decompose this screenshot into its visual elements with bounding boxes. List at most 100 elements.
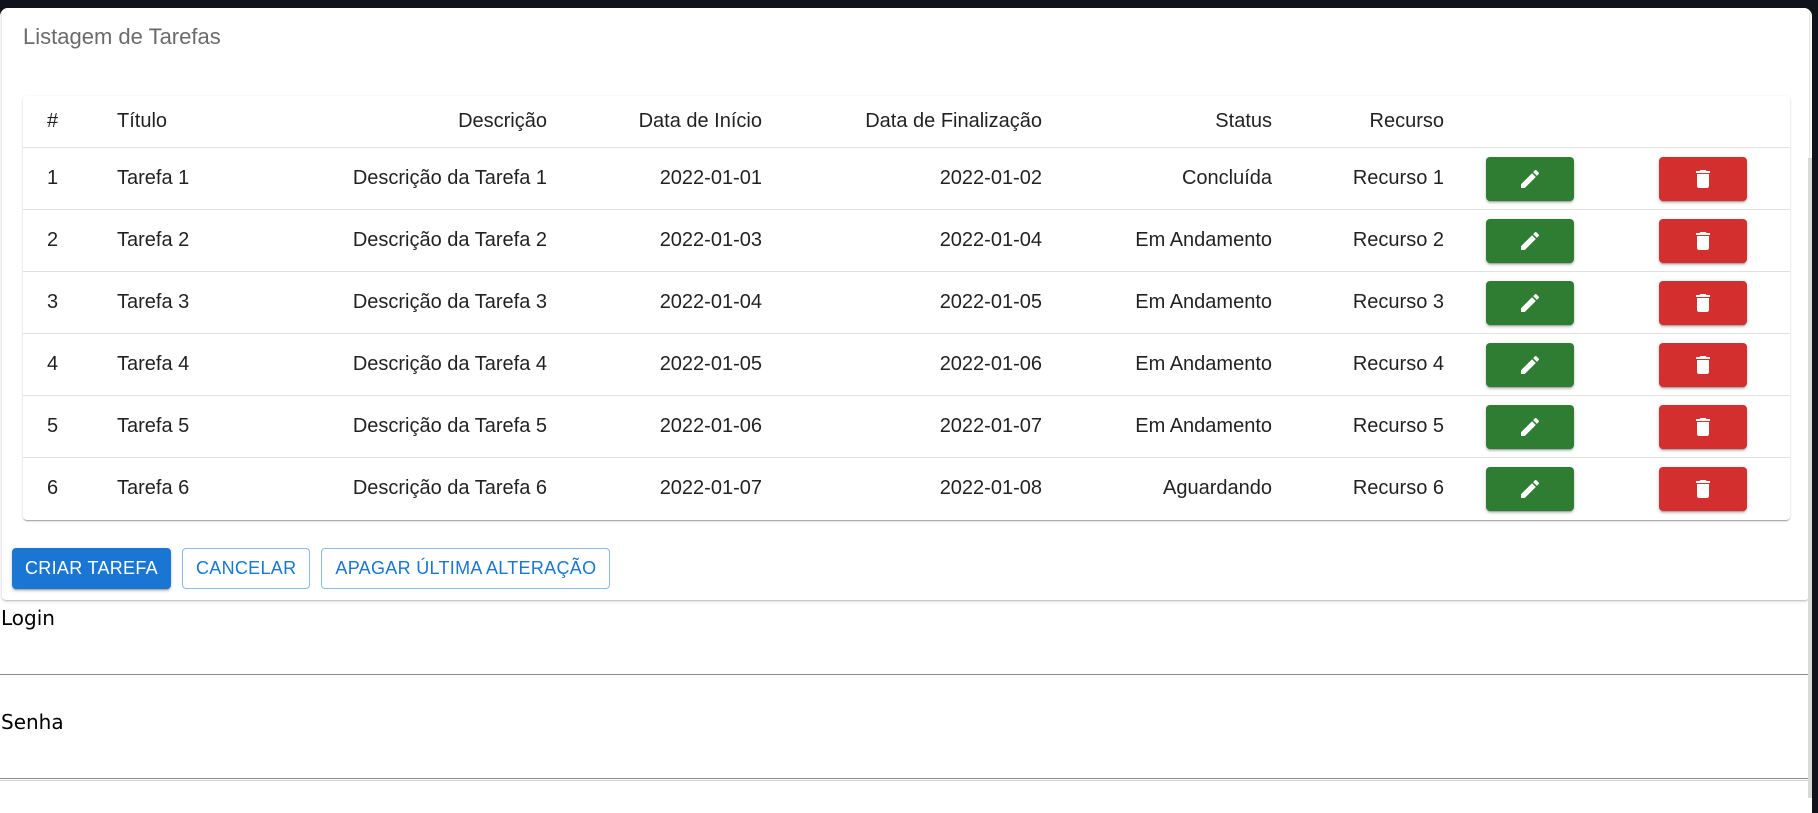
pencil-icon bbox=[1520, 231, 1539, 250]
undo-last-change-button[interactable]: APAGAR ÚLTIMA ALTERAÇÃO bbox=[321, 548, 611, 589]
edit-button[interactable] bbox=[1485, 404, 1574, 449]
cell-resource: Recurso 2 bbox=[1272, 209, 1444, 272]
cell-delete bbox=[1615, 271, 1790, 334]
cell-title: Tarefa 2 bbox=[117, 209, 267, 272]
login-label: Login bbox=[1, 606, 55, 630]
task-table: # Título Descrição Data de Início Data d… bbox=[23, 96, 1790, 519]
delete-button[interactable] bbox=[1658, 342, 1747, 387]
password-label: Senha bbox=[1, 710, 64, 734]
login-input[interactable] bbox=[0, 634, 1810, 675]
cell-start-date: 2022-01-06 bbox=[547, 395, 762, 458]
cell-number: 6 bbox=[47, 477, 59, 499]
trash-icon bbox=[1695, 293, 1710, 312]
column-header-start-date: Data de Início bbox=[547, 96, 762, 148]
cell-description: Descrição da Tarefa 2 bbox=[267, 209, 547, 272]
cell-description: Descrição da Tarefa 5 bbox=[267, 395, 547, 458]
cell-edit bbox=[1444, 147, 1615, 210]
table-row: 2 Tarefa 2 Descrição da Tarefa 2 2022-01… bbox=[23, 209, 1790, 272]
app-window: Listagem de Tarefas # Título Descrição D… bbox=[0, 8, 1812, 813]
cell-start-date: 2022-01-07 bbox=[659, 477, 762, 499]
column-header-number: # bbox=[23, 96, 117, 148]
cell-end-date: 2022-01-08 bbox=[939, 477, 1042, 499]
cell-description: Descrição da Tarefa 1 bbox=[267, 147, 547, 210]
cell-end-date: 2022-01-07 bbox=[762, 395, 1042, 458]
cell-start-date: 2022-01-03 bbox=[547, 209, 762, 272]
edit-button[interactable] bbox=[1485, 280, 1574, 325]
cell-title: Tarefa 5 bbox=[117, 395, 267, 458]
cell-end-date: 2022-01-05 bbox=[762, 271, 1042, 334]
delete-button[interactable] bbox=[1658, 218, 1747, 263]
cell-title: Tarefa 3 bbox=[117, 271, 267, 334]
column-header-edit bbox=[1444, 96, 1615, 148]
delete-button[interactable] bbox=[1658, 404, 1747, 449]
cell-start-date: 2022-01-05 bbox=[547, 333, 762, 396]
cell-delete bbox=[1615, 395, 1790, 458]
cell-edit bbox=[1444, 333, 1615, 396]
cell-start-date: 2022-01-04 bbox=[547, 271, 762, 334]
column-header-resource: Recurso bbox=[1272, 96, 1444, 148]
column-header-end-date: Data de Finalização bbox=[762, 96, 1042, 148]
divider bbox=[0, 780, 1812, 781]
scrollbar[interactable] bbox=[1808, 158, 1812, 798]
delete-button[interactable] bbox=[1658, 280, 1747, 325]
trash-icon bbox=[1695, 417, 1710, 436]
create-task-button[interactable]: CRIAR TAREFA bbox=[12, 548, 171, 589]
cell-delete bbox=[1615, 458, 1790, 520]
cell-resource: Recurso 1 bbox=[1272, 147, 1444, 210]
cell-status: Em Andamento bbox=[1042, 395, 1272, 458]
cancel-button[interactable]: CANCELAR bbox=[181, 548, 311, 589]
cell-edit bbox=[1444, 271, 1615, 334]
pencil-icon bbox=[1520, 355, 1539, 374]
column-header-status: Status bbox=[1042, 96, 1272, 148]
trash-icon bbox=[1695, 231, 1710, 250]
cell-delete bbox=[1615, 209, 1790, 272]
cell-description: Descrição da Tarefa 6 bbox=[352, 477, 547, 499]
cell-status: Aguardando bbox=[1163, 477, 1272, 499]
table-header-row: # Título Descrição Data de Início Data d… bbox=[23, 96, 1790, 148]
table-row: 5 Tarefa 5 Descrição da Tarefa 5 2022-01… bbox=[23, 395, 1790, 458]
cell-number: 4 bbox=[23, 333, 117, 396]
cell-end-date: 2022-01-04 bbox=[762, 209, 1042, 272]
cell-description: Descrição da Tarefa 3 bbox=[267, 271, 547, 334]
cell-end-date: 2022-01-06 bbox=[762, 333, 1042, 396]
cell-number: 2 bbox=[23, 209, 117, 272]
cell-edit bbox=[1444, 209, 1615, 272]
edit-button[interactable] bbox=[1485, 156, 1574, 201]
cell-edit bbox=[1444, 395, 1615, 458]
pencil-icon bbox=[1520, 479, 1539, 498]
cell-description: Descrição da Tarefa 4 bbox=[267, 333, 547, 396]
table-row: 6 Tarefa 6 Descrição da Tarefa 6 2022-01… bbox=[23, 458, 1790, 520]
cell-title: Tarefa 1 bbox=[117, 147, 267, 210]
edit-button[interactable] bbox=[1485, 466, 1574, 511]
column-header-title: Título bbox=[117, 96, 267, 148]
password-input[interactable] bbox=[0, 738, 1810, 779]
cell-delete bbox=[1615, 333, 1790, 396]
edit-button[interactable] bbox=[1485, 342, 1574, 387]
cell-status: Em Andamento bbox=[1042, 209, 1272, 272]
cell-status: Em Andamento bbox=[1042, 333, 1272, 396]
cell-title: Tarefa 6 bbox=[117, 477, 190, 499]
cell-number: 3 bbox=[23, 271, 117, 334]
cell-number: 1 bbox=[23, 147, 117, 210]
trash-icon bbox=[1695, 355, 1710, 374]
table-row: 1 Tarefa 1 Descrição da Tarefa 1 2022-01… bbox=[23, 147, 1790, 210]
cell-resource: Recurso 4 bbox=[1272, 333, 1444, 396]
pencil-icon bbox=[1520, 169, 1539, 188]
delete-button[interactable] bbox=[1658, 156, 1747, 201]
pencil-icon bbox=[1520, 293, 1539, 312]
cell-resource: Recurso 5 bbox=[1272, 395, 1444, 458]
cell-resource: Recurso 6 bbox=[1352, 477, 1444, 499]
trash-icon bbox=[1695, 169, 1710, 188]
delete-button[interactable] bbox=[1658, 466, 1747, 511]
cell-title: Tarefa 4 bbox=[117, 333, 267, 396]
table-row: 3 Tarefa 3 Descrição da Tarefa 3 2022-01… bbox=[23, 271, 1790, 334]
task-table-container: # Título Descrição Data de Início Data d… bbox=[23, 96, 1790, 520]
task-actions: CRIAR TAREFA CANCELAR APAGAR ÚLTIMA ALTE… bbox=[12, 548, 611, 589]
cell-number: 5 bbox=[23, 395, 117, 458]
pencil-icon bbox=[1520, 417, 1539, 436]
cell-resource: Recurso 3 bbox=[1272, 271, 1444, 334]
cell-edit bbox=[1444, 458, 1615, 520]
table-row: 4 Tarefa 4 Descrição da Tarefa 4 2022-01… bbox=[23, 333, 1790, 396]
edit-button[interactable] bbox=[1485, 218, 1574, 263]
column-header-delete bbox=[1615, 96, 1790, 148]
